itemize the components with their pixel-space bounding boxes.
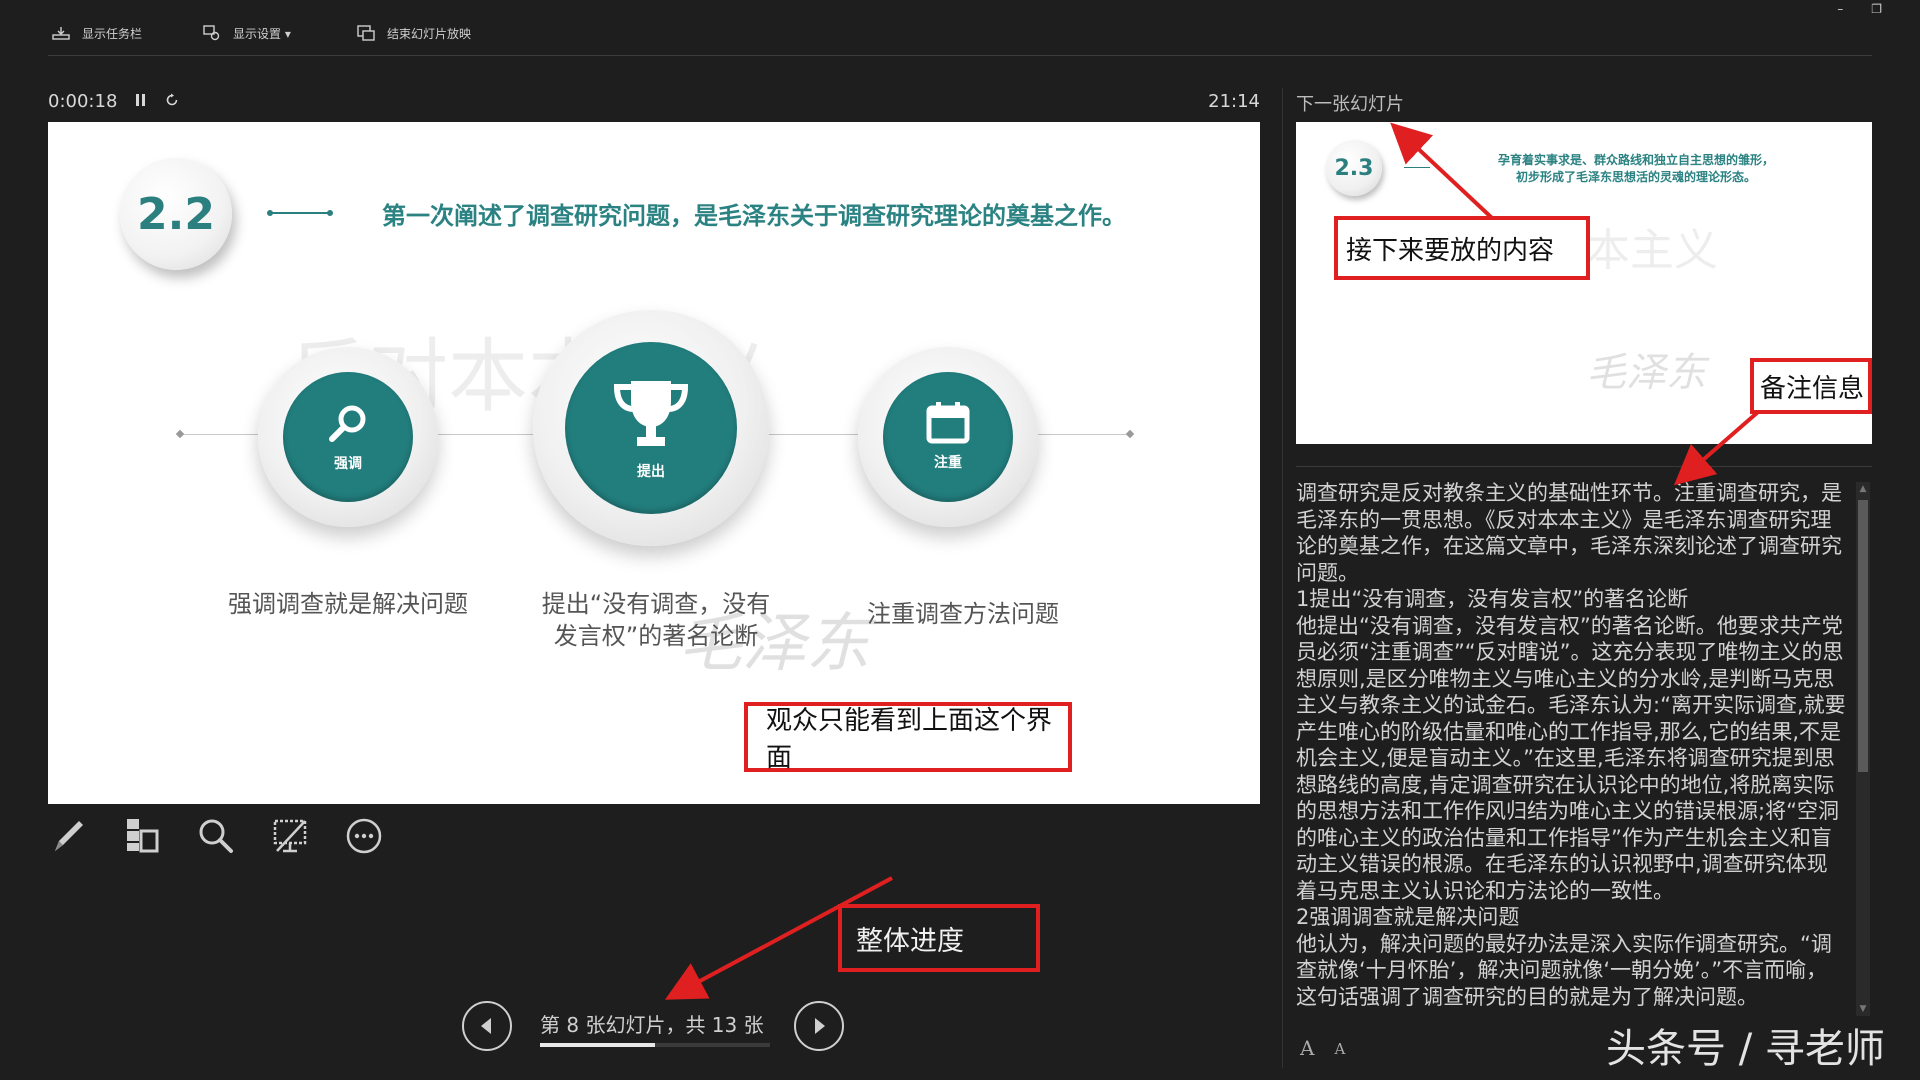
slide-counter[interactable]: 第 8 张幻灯片，共 13 张 <box>540 1009 764 1038</box>
slide-navigation: 第 8 张幻灯片，共 13 张 <box>462 1001 844 1051</box>
display-settings-button[interactable]: 显示设置 ▾ <box>203 22 291 44</box>
site-watermark: 头条号 / 寻老师 <box>1606 1026 1885 1072</box>
scroll-up-icon[interactable]: ▲ <box>1856 482 1870 496</box>
more-options-icon[interactable] <box>344 816 384 856</box>
window-controls: – ❐ <box>1837 2 1882 16</box>
end-slideshow-label: 结束幻灯片放映 <box>387 26 472 41</box>
annotation-notes-info: 备注信息 <box>1750 358 1872 414</box>
point-caption: 提出“没有调查，没有 发言权”的著名论断 <box>541 590 771 651</box>
section-number-badge: 2.2 <box>120 158 232 270</box>
point-disc: 注重 <box>883 372 1013 502</box>
annotation-next-content: 接下来要放的内容 <box>1334 216 1590 280</box>
next-slide-button[interactable] <box>794 1001 844 1051</box>
scrollbar-thumb[interactable] <box>1858 500 1868 772</box>
point-label: 注重 <box>934 455 962 471</box>
point-disc: 强调 <box>283 372 413 502</box>
arrow-left-icon <box>481 1018 491 1034</box>
black-screen-icon[interactable] <box>270 816 310 856</box>
point-label: 提出 <box>637 464 665 480</box>
restore-button[interactable]: ❐ <box>1871 2 1882 16</box>
notes-scrollbar[interactable]: ▲ ▼ <box>1856 482 1870 1016</box>
heading-connector <box>267 210 333 216</box>
annotation-text: 接下来要放的内容 <box>1346 235 1555 266</box>
previous-slide-button[interactable] <box>462 1001 512 1051</box>
presenter-toolbar: 显示任务栏 显示设置 ▾ 结束幻灯片放映 – ❐ <box>0 0 1920 62</box>
annotation-text: 整体进度 <box>856 925 964 957</box>
timer-row: 0:00:18 21:14 <box>48 88 1260 114</box>
point-circle-focus: 注重 <box>858 347 1038 527</box>
pause-icon[interactable] <box>135 92 147 111</box>
scroll-down-icon[interactable]: ▼ <box>1856 1002 1870 1016</box>
increase-font-button[interactable]: A <box>1300 1036 1314 1060</box>
point-circle-propose: 提出 <box>533 310 769 546</box>
search-icon <box>326 401 370 449</box>
show-taskbar-label: 显示任务栏 <box>82 26 143 41</box>
display-settings-label: 显示设置 ▾ <box>233 26 291 41</box>
presenter-tools <box>48 816 384 856</box>
annotation-text: 备注信息 <box>1760 373 1865 404</box>
restart-icon[interactable] <box>165 92 179 111</box>
point-caption: 强调调查就是解决问题 <box>228 590 468 618</box>
annotation-audience-view: 观众只能看到上面这个界面 <box>744 702 1072 773</box>
decrease-font-button[interactable]: A <box>1334 1040 1345 1060</box>
taskbar-icon <box>52 25 70 41</box>
display-settings-icon <box>203 25 221 41</box>
next-slide-watermark: 本主义 <box>1586 225 1718 276</box>
pen-icon[interactable] <box>48 816 88 856</box>
minimize-button[interactable]: – <box>1837 2 1843 16</box>
point-caption: 注重调查方法问题 <box>867 600 1059 628</box>
notes-divider <box>1296 466 1872 467</box>
next-slide-label: 下一张幻灯片 <box>1296 94 1404 115</box>
point-circle-emphasize: 强调 <box>258 347 438 527</box>
end-slideshow-button[interactable]: 结束幻灯片放映 <box>357 22 471 44</box>
annotation-overall-progress: 整体进度 <box>838 904 1040 972</box>
clock: 21:14 <box>1208 90 1260 112</box>
point-label: 强调 <box>334 456 362 472</box>
current-slide: 反对本本主义 毛泽东 2.2 第一次阐述了调查研究问题，是毛泽东关于调查研究理论… <box>48 122 1260 804</box>
speaker-notes[interactable]: 调查研究是反对教条主义的基础性环节。注重调查研究，是毛泽东的一贯思想。《反对本本… <box>1296 480 1848 1020</box>
show-taskbar-button[interactable]: 显示任务栏 <box>52 22 142 44</box>
point-disc: 提出 <box>565 342 737 514</box>
zoom-icon[interactable] <box>196 816 236 856</box>
trophy-icon <box>611 375 691 457</box>
annotation-text: 观众只能看到上面这个界面 <box>766 706 1053 773</box>
panel-divider <box>1282 88 1283 1068</box>
progress-fill <box>540 1043 655 1047</box>
elapsed-timer: 0:00:18 <box>48 90 118 112</box>
calendar-icon <box>926 402 970 448</box>
progress-bar <box>540 1043 770 1047</box>
arrow-right-icon <box>815 1018 825 1034</box>
notes-font-controls: A A <box>1300 1036 1345 1060</box>
next-slide-text: 孕育着实事求是、群众路线和独立自主思想的雏形， 初步形成了毛泽东思想活的灵魂的理… <box>1497 153 1774 185</box>
next-slide-signature: 毛泽东 <box>1586 350 1706 396</box>
next-section-badge: 2.3 <box>1326 140 1382 196</box>
toolbar-divider <box>48 55 1872 56</box>
next-connector <box>1404 167 1430 168</box>
slides-grid-icon[interactable] <box>122 816 162 856</box>
end-slideshow-icon <box>357 25 375 41</box>
slide-heading: 第一次阐述了调查研究问题，是毛泽东关于调查研究理论的奠基之作。 <box>382 202 1126 230</box>
